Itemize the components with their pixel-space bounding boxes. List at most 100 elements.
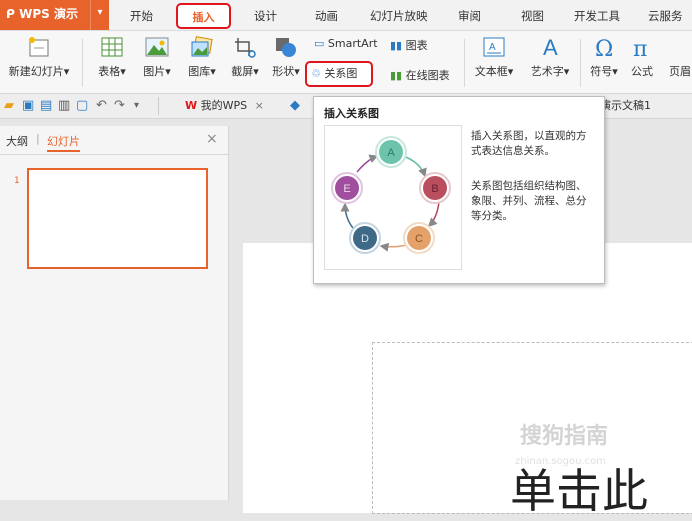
print-preview-icon[interactable]: ▢ bbox=[76, 98, 88, 114]
header-footer-icon bbox=[668, 35, 692, 59]
tab-review[interactable]: 审阅 bbox=[458, 0, 481, 30]
tab-outline[interactable]: 大纲 bbox=[6, 133, 28, 149]
picture-label: 图片 bbox=[143, 65, 166, 78]
chevron-down-icon[interactable]: ▾ bbox=[90, 0, 109, 30]
gallery-label: 图库 bbox=[188, 65, 211, 78]
app-menu-button[interactable]: ᑭ WPS 演示 bbox=[0, 0, 90, 30]
open-folder-icon[interactable]: ▰ bbox=[4, 98, 14, 114]
relation-chart-button[interactable]: ♲ 关系图 bbox=[305, 61, 373, 87]
textbox-icon: A bbox=[483, 37, 505, 57]
shape-label: 形状 bbox=[272, 65, 295, 78]
header-footer-button[interactable]: 页眉 bbox=[668, 35, 692, 79]
smartart-label: SmartArt bbox=[327, 37, 378, 50]
shape-button[interactable]: 形状▾ bbox=[268, 35, 304, 79]
tab-animation[interactable]: 动画 bbox=[315, 0, 338, 30]
svg-text:A: A bbox=[489, 42, 496, 53]
textbox-button[interactable]: A 文本框▾ bbox=[469, 35, 519, 79]
picture-button[interactable]: 图片▾ bbox=[136, 35, 178, 79]
new-slide-button[interactable]: 新建幻灯片▾ bbox=[4, 35, 74, 79]
wordart-button[interactable]: A 艺术字▾ bbox=[524, 35, 576, 79]
symbol-button[interactable]: Ω 符号▾ bbox=[585, 35, 623, 79]
table-icon bbox=[101, 37, 123, 57]
slides-panel: 大纲 | 幻灯片 × 1 bbox=[0, 126, 229, 500]
customize-dropdown-icon[interactable]: ▾ bbox=[134, 98, 139, 114]
new-slide-icon bbox=[29, 37, 49, 57]
tooltip-description: 插入关系图，以直观的方式表达信息关系。 bbox=[471, 130, 587, 157]
chart-icon: ▮▮ bbox=[390, 39, 403, 52]
omega-icon: Ω bbox=[595, 37, 613, 59]
node-e-label: E bbox=[343, 183, 350, 195]
wordart-label: 艺术字 bbox=[530, 65, 564, 78]
relation-chart-icon: ♲ bbox=[311, 67, 321, 80]
online-chart-label: 在线图表 bbox=[405, 69, 450, 82]
ribbon: 新建幻灯片▾ 表格▾ 图片▾ 图库▾ 截屏▾ 形状▾ ▭ SmartArt ▮▮… bbox=[0, 31, 692, 94]
node-d-label: D bbox=[361, 233, 369, 245]
export-pdf-icon[interactable]: ▤ bbox=[40, 98, 52, 114]
new-slide-label: 新建幻灯片 bbox=[8, 65, 64, 78]
relation-chart-tooltip: 插入关系图 A B C D E 插入关系图，以直观的方式表达信息关系。 关系图包… bbox=[313, 96, 605, 284]
smartart-icon: ▭ bbox=[314, 37, 325, 50]
tab-my-wps-label: 我的WPS bbox=[200, 99, 248, 112]
pi-icon: π bbox=[633, 37, 647, 59]
tab-document[interactable]: 演示文稿1 bbox=[600, 96, 651, 116]
cycle-arrow bbox=[379, 242, 408, 252]
gallery-button[interactable]: 图库▾ bbox=[181, 35, 223, 79]
ribbon-divider bbox=[580, 39, 581, 87]
screenshot-button[interactable]: 截屏▾ bbox=[225, 35, 265, 79]
cloud-doc-icon[interactable]: ◆ bbox=[290, 98, 300, 114]
tab-view[interactable]: 视图 bbox=[521, 0, 544, 30]
textbox-label: 文本框 bbox=[474, 65, 508, 78]
tab-design[interactable]: 设计 bbox=[254, 0, 277, 30]
tab-divider: | bbox=[36, 132, 40, 145]
formula-label: 公式 bbox=[631, 65, 653, 78]
symbol-label: 符号 bbox=[590, 65, 613, 78]
close-icon[interactable]: × bbox=[255, 99, 264, 112]
relation-chart-label: 关系图 bbox=[324, 67, 358, 80]
redo-icon[interactable]: ↷ bbox=[114, 98, 125, 114]
tab-developer[interactable]: 开发工具 bbox=[574, 0, 620, 30]
ribbon-divider bbox=[82, 39, 83, 87]
close-icon[interactable]: × bbox=[206, 131, 218, 147]
svg-text:π: π bbox=[633, 37, 647, 59]
tooltip-description-detail: 关系图包括组织结构图、象限、并列、流程、总分等分类。 bbox=[471, 180, 587, 222]
tab-insert[interactable]: 插入 bbox=[176, 3, 231, 29]
table-button[interactable]: 表格▾ bbox=[92, 35, 132, 79]
cycle-diagram: A B C D E bbox=[331, 136, 451, 254]
smartart-button[interactable]: ▭ SmartArt bbox=[314, 37, 378, 50]
formula-button[interactable]: π 公式 bbox=[625, 35, 659, 79]
slide-thumbnail[interactable] bbox=[27, 168, 208, 269]
cycle-arrow bbox=[427, 201, 440, 228]
save-icon[interactable]: ▣ bbox=[22, 98, 34, 114]
cycle-arrow bbox=[402, 155, 427, 178]
undo-icon[interactable]: ↶ bbox=[96, 98, 107, 114]
ribbon-divider bbox=[464, 39, 465, 87]
menu-bar: ᑭ WPS 演示 ▾ 开始 插入 设计 动画 幻灯片放映 审阅 视图 开发工具 … bbox=[0, 0, 692, 31]
tab-slideshow[interactable]: 幻灯片放映 bbox=[370, 0, 428, 30]
node-a-label: A bbox=[387, 147, 395, 159]
chart-label: 图表 bbox=[405, 39, 428, 52]
online-chart-icon: ▮▮ bbox=[390, 69, 403, 82]
header-footer-label: 页眉 bbox=[669, 65, 691, 78]
wps-logo-icon: ᑭ bbox=[6, 7, 15, 21]
cycle-arrow bbox=[356, 154, 379, 173]
tab-slides[interactable]: 幻灯片 bbox=[47, 133, 80, 152]
gallery-icon bbox=[191, 36, 213, 57]
screenshot-label: 截屏 bbox=[231, 65, 254, 78]
tab-home[interactable]: 开始 bbox=[130, 0, 153, 30]
shape-icon bbox=[276, 38, 296, 57]
relation-cycle-preview: A B C D E bbox=[324, 125, 462, 270]
online-chart-button[interactable]: ▮▮ 在线图表 bbox=[390, 67, 450, 83]
table-label: 表格 bbox=[98, 65, 121, 78]
print-icon[interactable]: ▥ bbox=[58, 98, 70, 114]
tab-cloud[interactable]: 云服务 bbox=[648, 0, 683, 30]
wps-logo-icon: W bbox=[185, 99, 198, 112]
quickbar-divider bbox=[158, 97, 159, 115]
svg-text:Ω: Ω bbox=[595, 37, 613, 59]
tab-my-wps[interactable]: W 我的WPS × bbox=[185, 96, 264, 116]
picture-icon bbox=[145, 37, 169, 57]
app-name: WPS 演示 bbox=[19, 7, 78, 21]
placeholder-text[interactable]: 单击此 bbox=[510, 455, 648, 521]
chart-button[interactable]: ▮▮ 图表 bbox=[390, 37, 428, 53]
node-b-label: B bbox=[431, 183, 438, 195]
tab-document-label: 演示文稿1 bbox=[600, 99, 651, 112]
